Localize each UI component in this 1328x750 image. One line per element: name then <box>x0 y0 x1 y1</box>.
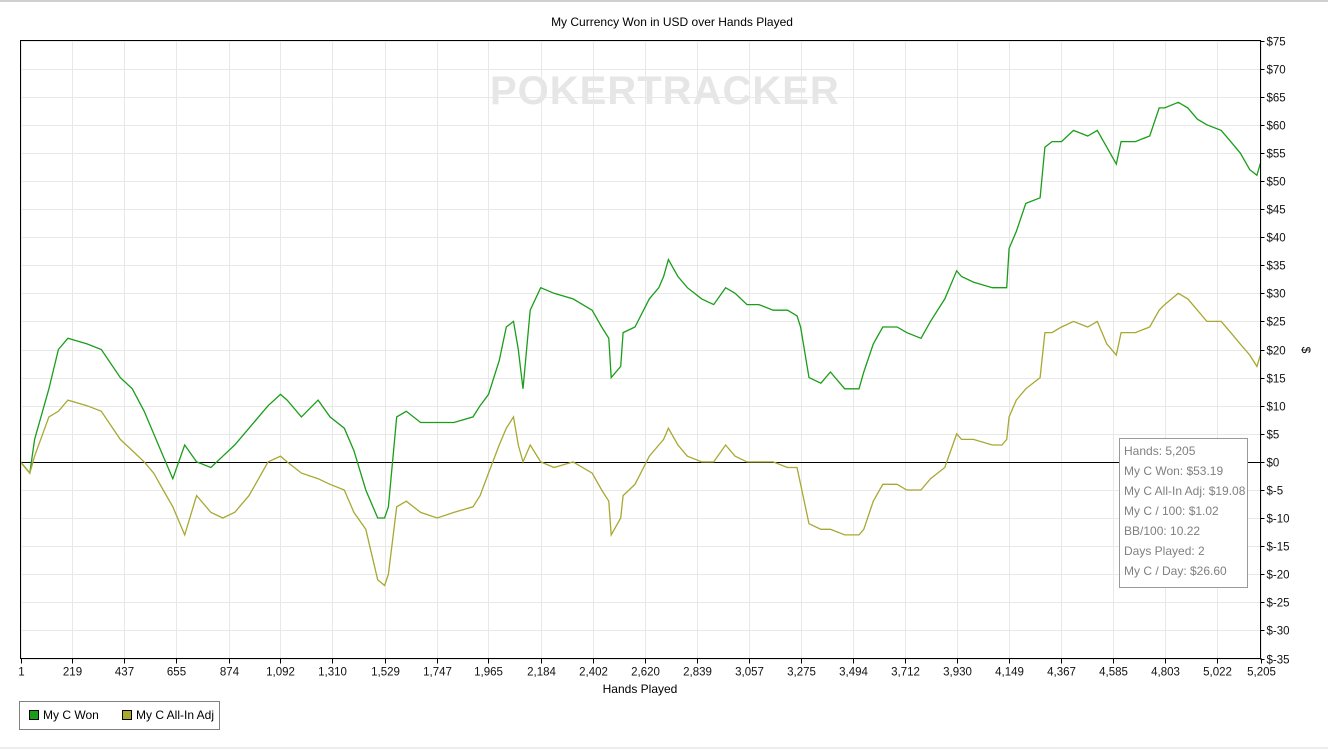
plot-frame <box>20 40 1261 659</box>
stats-allin-adj: My C All-In Adj: $19.08 <box>1124 484 1246 498</box>
legend: My C Won My C All-In Adj <box>19 701 220 730</box>
stats-days-played: Days Played: 2 <box>1124 544 1205 558</box>
y-tick-label: $55 <box>1267 149 1286 161</box>
legend-label-my-c-all-in-adj: My C All-In Adj <box>136 708 214 722</box>
x-tick-label: 1,747 <box>423 667 452 679</box>
series-line-my-c-all-in-adj <box>19 292 1262 587</box>
y-tick-label: $75 <box>1267 37 1286 49</box>
x-tick-label: 2,839 <box>683 667 712 679</box>
y-tick-label: $65 <box>1267 93 1286 105</box>
x-tick-label: 2,402 <box>579 667 608 679</box>
y-tick-label: $0 <box>1267 458 1280 470</box>
legend-swatch-my-c-all-in-adj <box>122 710 132 720</box>
x-tick-label: 655 <box>167 667 186 679</box>
y-axis-label: $ <box>1299 347 1313 354</box>
y-tick-label: $60 <box>1267 121 1286 133</box>
y-tick-label: $-20 <box>1267 570 1290 582</box>
y-tick-label: $-5 <box>1267 486 1284 498</box>
watermark-text: POKERTRACKER <box>490 69 840 113</box>
y-tick-label: $20 <box>1267 346 1286 358</box>
y-tick-label: $5 <box>1267 430 1280 442</box>
y-tick-label: $-10 <box>1267 514 1290 526</box>
x-tick-label: 1,965 <box>474 667 503 679</box>
x-tick-label: 1,092 <box>266 667 295 679</box>
x-tick-label: 3,057 <box>735 667 764 679</box>
x-tick-label: 4,803 <box>1151 667 1180 679</box>
series-layer <box>19 101 1262 587</box>
chart: My Currency Won in USD over Hands Played… <box>0 0 1328 749</box>
y-tick-label: $-35 <box>1267 655 1290 667</box>
x-axis-label: Hands Played <box>603 682 678 696</box>
x-tick-label: 3,494 <box>839 667 868 679</box>
y-tick-label: $40 <box>1267 233 1286 245</box>
x-tick-label: 437 <box>115 667 134 679</box>
x-tick-label: 5,022 <box>1203 667 1232 679</box>
stats-per-100: My C / 100: $1.02 <box>1124 504 1219 518</box>
x-tick-label: 1,310 <box>318 667 347 679</box>
stats-bb-100: BB/100: 10.22 <box>1124 524 1200 538</box>
x-tick-label: 3,930 <box>943 667 972 679</box>
y-axis-ticks: $75 $70 $65 $60 $55 $50 $45 $40 $35 $30 $25 $20 $15 $… <box>1260 37 1290 667</box>
legend-label-my-c-won: My C Won <box>43 708 99 722</box>
y-tick-label: $45 <box>1267 205 1286 217</box>
y-tick-label: $50 <box>1267 177 1286 189</box>
y-tick-label: $-25 <box>1267 598 1290 610</box>
y-tick-label: $-30 <box>1267 626 1290 638</box>
y-tick-label: $35 <box>1267 261 1286 273</box>
y-tick-label: $-15 <box>1267 542 1290 554</box>
x-tick-label: 2,620 <box>631 667 660 679</box>
x-tick-label: 2,184 <box>527 667 556 679</box>
y-tick-label: $70 <box>1267 65 1286 77</box>
y-tick-label: $30 <box>1267 289 1286 301</box>
x-tick-label: 4,585 <box>1099 667 1128 679</box>
stats-won: My C Won: $53.19 <box>1124 464 1223 478</box>
x-tick-label: 5,205 <box>1247 667 1276 679</box>
x-tick-label: 4,367 <box>1047 667 1076 679</box>
grid <box>20 40 1262 660</box>
chart-title: My Currency Won in USD over Hands Played <box>551 15 793 29</box>
y-tick-label: $15 <box>1267 374 1286 386</box>
stats-per-day: My C / Day: $26.60 <box>1124 564 1227 578</box>
x-tick-label: 3,712 <box>891 667 920 679</box>
series-line-my-c-won <box>19 101 1262 519</box>
x-tick-label: 3,275 <box>787 667 816 679</box>
x-tick-label: 1,529 <box>371 667 400 679</box>
x-tick-label: 4,149 <box>995 667 1024 679</box>
x-tick-label: 874 <box>220 667 240 679</box>
y-tick-label: $10 <box>1267 402 1286 414</box>
y-tick-label: $25 <box>1267 317 1286 329</box>
legend-swatch-my-c-won <box>29 710 39 720</box>
stats-box: Hands: 5,205 My C Won: $53.19 My C All-I… <box>1119 438 1248 588</box>
x-axis-ticks: 1 219 437 655 874 1,092 1,310 1,529 1,747 1,965 2,… <box>18 658 1276 679</box>
x-tick-label: 219 <box>63 667 82 679</box>
x-tick-label: 1 <box>18 667 24 679</box>
stats-hands: Hands: 5,205 <box>1124 444 1196 458</box>
